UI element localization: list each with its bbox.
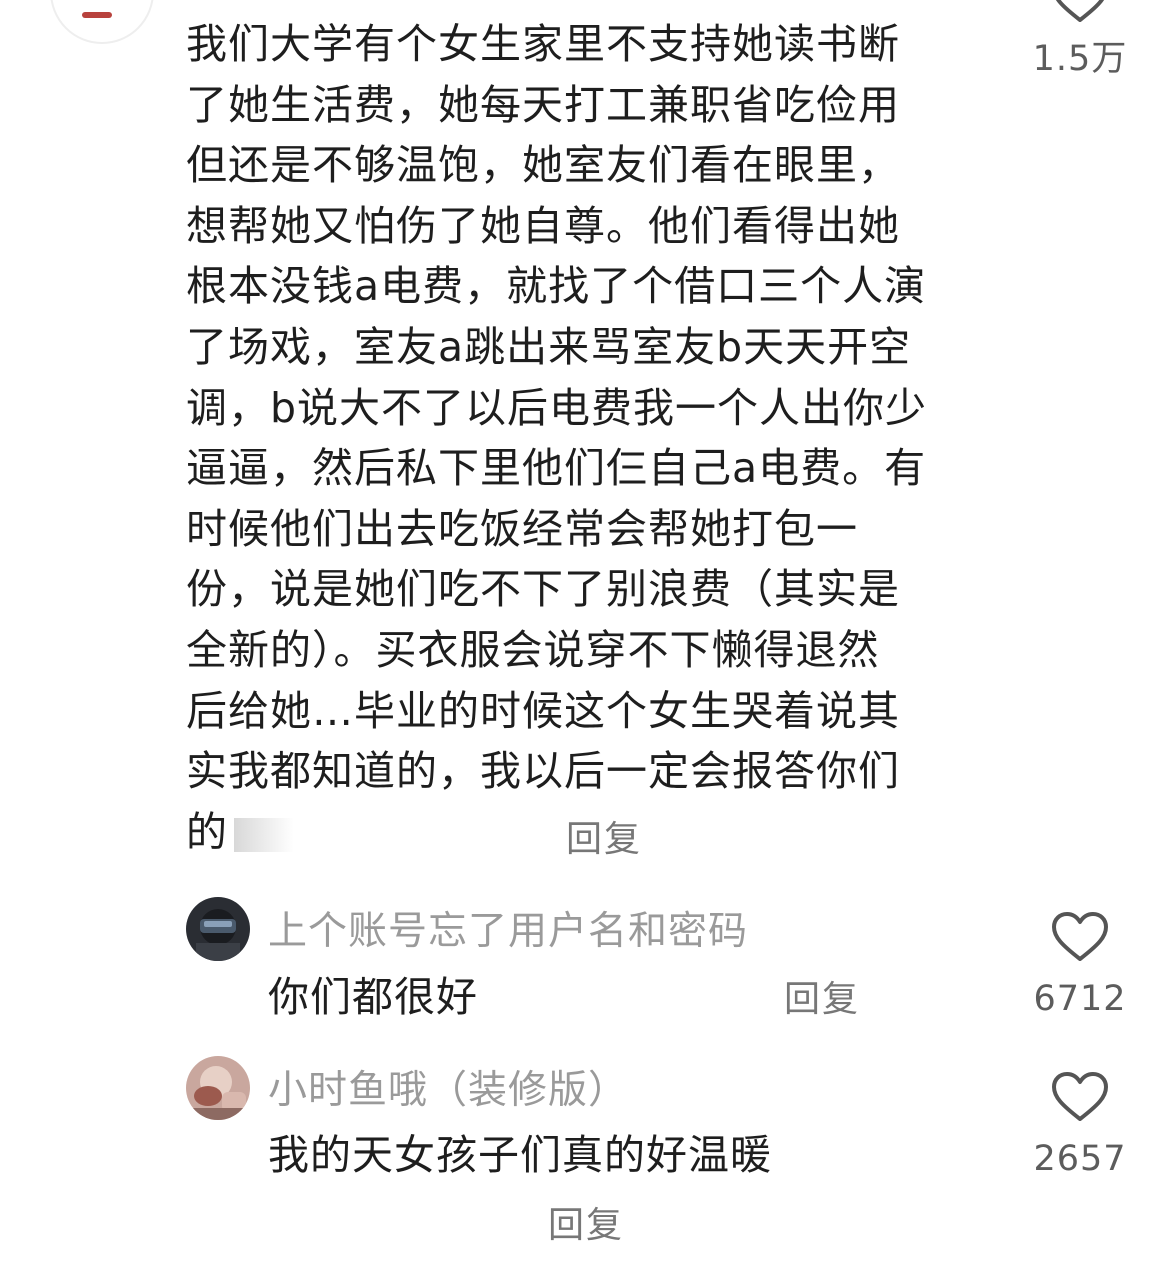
avatar-image	[186, 897, 250, 961]
main-comment-text: 我们大学有个女生家里不支持她读书断 了她生活费，她每天打工兼职省吃俭用 但还是不…	[186, 14, 996, 862]
sub-like-count: 2657	[1033, 1139, 1127, 1179]
sub-comment-avatar[interactable]	[186, 897, 250, 961]
comment-line-text: 的	[186, 807, 228, 856]
sub-comment-avatar[interactable]	[186, 1056, 250, 1120]
main-reply-button[interactable]: 回复	[566, 810, 642, 862]
sub-comment-text: 我的天女孩子们真的好温暖	[268, 1131, 772, 1179]
heart-outline-icon[interactable]	[1050, 911, 1110, 963]
main-like-group: 1.5万	[1030, 0, 1130, 81]
comment-line: 后给她…毕业的时候这个女生哭着说其	[186, 686, 900, 735]
comment-line: 调，b说大不了以后电费我一个人出你少	[186, 383, 928, 432]
comment-line: 份，说是她们吃不下了别浪费（其实是	[186, 565, 900, 614]
blurred-content	[234, 817, 294, 852]
sub-like-group: 6712	[1030, 911, 1130, 1019]
comment-line: 但还是不够温饱，她室友们看在眼里，	[186, 141, 900, 190]
comment-line: 根本没钱a电费，就找了个借口三个人演	[186, 262, 927, 311]
comment-line: 逼逼，然后私下里他们仨自己a电费。有	[186, 444, 927, 493]
avatar-image	[186, 1056, 250, 1120]
sub-like-group: 2657	[1030, 1071, 1130, 1179]
sub-comment-text: 你们都很好	[268, 973, 478, 1021]
sub-comment-username[interactable]: 上个账号忘了用户名和密码	[268, 900, 748, 956]
sub-reply-button[interactable]: 回复	[784, 970, 860, 1022]
comment-line: 了她生活费，她每天打工兼职省吃俭用	[186, 80, 900, 129]
comment-line: 了场戏，室友a跳出来骂室友b天天开空	[186, 322, 912, 371]
main-like-count: 1.5万	[1032, 39, 1128, 79]
comment-line: 时候他们出去吃饭经常会帮她打包一	[186, 504, 858, 553]
main-comment-avatar[interactable]	[50, 0, 154, 44]
sub-like-count: 6712	[1033, 979, 1127, 1019]
comment-line: 想帮她又怕伤了她自尊。他们看得出她	[186, 201, 900, 250]
heart-outline-icon[interactable]	[1050, 0, 1110, 24]
comment-line: 实我都知道的，我以后一定会报答你们	[186, 747, 900, 796]
avatar-graphic	[82, 12, 112, 18]
comment-line: 全新的）。买衣服会说穿不下懒得退然	[186, 625, 880, 674]
comment-line: 我们大学有个女生家里不支持她读书断	[186, 20, 900, 68]
heart-outline-icon[interactable]	[1050, 1071, 1110, 1123]
sub-reply-button[interactable]: 回复	[548, 1196, 624, 1248]
sub-comment-username[interactable]: 小时鱼哦（装修版）	[268, 1059, 628, 1115]
